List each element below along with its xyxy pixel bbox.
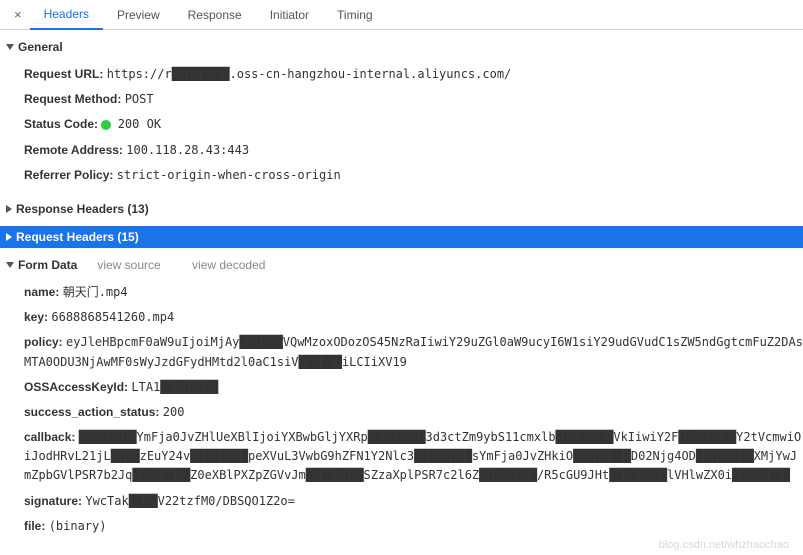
section-header-request[interactable]: Request Headers (15) xyxy=(0,226,803,248)
value: ████████YmFja0JvZHlUeXBlIjoiYXBwbGljYXRp… xyxy=(24,430,801,482)
general-list: Request URL: https://r████████.oss-cn-ha… xyxy=(0,58,803,192)
status-dot-icon xyxy=(101,120,111,130)
section-response-headers: Response Headers (13) xyxy=(0,198,803,220)
row-request-method: Request Method: POST xyxy=(24,87,803,112)
value: 朝天门.mp4 xyxy=(63,285,128,299)
section-title: Response Headers (13) xyxy=(16,202,149,216)
value: POST xyxy=(125,92,154,106)
form-data-sublinks: view source view decoded xyxy=(97,258,293,272)
section-header-formdata[interactable]: Form Data view source view decoded xyxy=(0,254,803,276)
row-oss-key: OSSAccessKeyId: LTA1████████ xyxy=(24,375,803,400)
label: name: xyxy=(24,285,59,299)
view-decoded-link[interactable]: view decoded xyxy=(192,258,265,272)
label: callback: xyxy=(24,430,75,444)
tab-initiator[interactable]: Initiator xyxy=(256,1,323,29)
section-header-general[interactable]: General xyxy=(0,36,803,58)
label: Remote Address: xyxy=(24,143,123,157)
row-key: key: 6688868541260.mp4 xyxy=(24,305,803,330)
chevron-down-icon xyxy=(6,262,14,268)
row-remote-address: Remote Address: 100.118.28.43:443 xyxy=(24,138,803,163)
section-title: General xyxy=(18,40,63,54)
watermark: blog.csdn.net/whzhaochao xyxy=(659,539,789,551)
label: success_action_status: xyxy=(24,405,159,419)
value: (binary) xyxy=(49,519,107,533)
value: https://r████████.oss-cn-hangzhou-intern… xyxy=(107,67,512,81)
value: 100.118.28.43:443 xyxy=(126,143,249,157)
value: LTA1████████ xyxy=(131,380,218,394)
row-status-code: Status Code: 200 OK xyxy=(24,112,803,137)
section-title: Request Headers (15) xyxy=(16,230,139,244)
value: 200 xyxy=(163,405,185,419)
section-title: Form Data xyxy=(18,258,77,272)
value: strict-origin-when-cross-origin xyxy=(117,168,341,182)
value: 6688868541260.mp4 xyxy=(51,310,174,324)
row-success-status: success_action_status: 200 xyxy=(24,400,803,425)
label: file: xyxy=(24,519,45,533)
chevron-right-icon xyxy=(6,233,12,241)
value: YwcTak████V22tzfM0/DBSQO1Z2o= xyxy=(85,494,295,508)
row-policy: policy: eyJleHBpcmF0aW9uIjoiMjAy██████VQ… xyxy=(24,330,803,374)
row-request-url: Request URL: https://r████████.oss-cn-ha… xyxy=(24,62,803,87)
tab-preview[interactable]: Preview xyxy=(103,1,174,29)
section-request-headers: Request Headers (15) xyxy=(0,226,803,248)
label: OSSAccessKeyId: xyxy=(24,380,128,394)
label: policy: xyxy=(24,335,63,349)
tab-response[interactable]: Response xyxy=(174,1,256,29)
label: Request Method: xyxy=(24,92,121,106)
label: Request URL: xyxy=(24,67,103,81)
view-source-link[interactable]: view source xyxy=(97,258,160,272)
section-general: General Request URL: https://r████████.o… xyxy=(0,36,803,192)
label: Status Code: xyxy=(24,117,98,131)
row-name: name: 朝天门.mp4 xyxy=(24,280,803,305)
label: key: xyxy=(24,310,48,324)
value: eyJleHBpcmF0aW9uIjoiMjAy██████VQwMzoxODo… xyxy=(24,335,803,368)
section-form-data: Form Data view source view decoded name:… xyxy=(0,254,803,543)
chevron-right-icon xyxy=(6,205,12,213)
row-referrer-policy: Referrer Policy: strict-origin-when-cros… xyxy=(24,163,803,188)
tab-timing[interactable]: Timing xyxy=(323,1,387,29)
label: signature: xyxy=(24,494,82,508)
label: Referrer Policy: xyxy=(24,168,113,182)
value: 200 OK xyxy=(118,117,161,131)
row-file: file: (binary) xyxy=(24,514,803,539)
close-icon[interactable]: × xyxy=(6,7,30,22)
devtools-tabs: × Headers Preview Response Initiator Tim… xyxy=(0,0,803,30)
chevron-down-icon xyxy=(6,44,14,50)
row-callback: callback: ████████YmFja0JvZHlUeXBlIjoiYX… xyxy=(24,425,803,489)
row-signature: signature: YwcTak████V22tzfM0/DBSQO1Z2o= xyxy=(24,489,803,514)
tab-headers[interactable]: Headers xyxy=(30,0,103,30)
form-data-list: name: 朝天门.mp4 key: 6688868541260.mp4 pol… xyxy=(0,276,803,543)
section-header-response[interactable]: Response Headers (13) xyxy=(0,198,803,220)
